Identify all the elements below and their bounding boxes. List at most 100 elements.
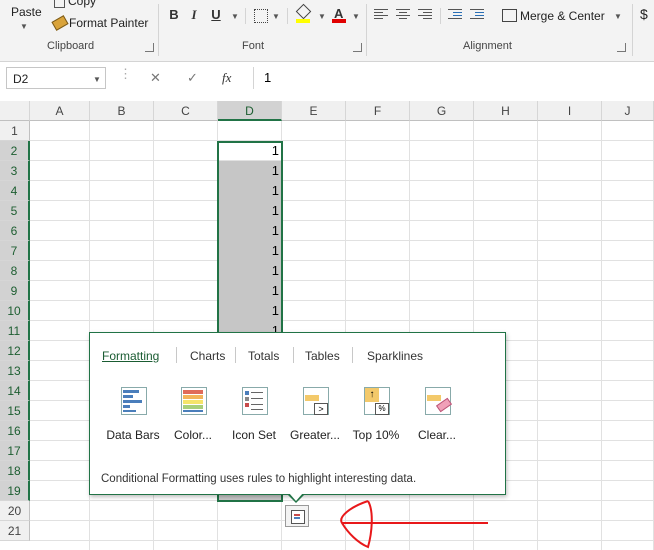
row-header-3[interactable]: 3 bbox=[0, 161, 30, 181]
align-left-icon[interactable] bbox=[374, 9, 388, 21]
ribbon: Paste ▼ Copy Format Painter Clipboard B … bbox=[0, 0, 654, 62]
merge-center-button[interactable]: Merge & Center ▼ bbox=[500, 6, 625, 26]
quick-analysis-button[interactable] bbox=[285, 505, 309, 527]
format-painter-button[interactable]: Format Painter bbox=[50, 15, 150, 33]
increase-indent-icon[interactable] bbox=[470, 9, 484, 21]
chevron-down-icon[interactable]: ▼ bbox=[272, 12, 280, 21]
row-header-6[interactable]: 6 bbox=[0, 221, 30, 241]
column-header-d[interactable]: D bbox=[218, 101, 282, 121]
tab-charts[interactable]: Charts bbox=[190, 349, 225, 363]
row-header-8[interactable]: 8 bbox=[0, 261, 30, 281]
enter-icon[interactable]: ✓ bbox=[187, 70, 198, 86]
column-header-f[interactable]: F bbox=[346, 101, 410, 121]
copy-icon bbox=[54, 0, 65, 8]
data-bars-option[interactable]: Data Bars bbox=[101, 385, 165, 442]
column-header-g[interactable]: G bbox=[410, 101, 474, 121]
row-header-1[interactable]: 1 bbox=[0, 121, 30, 141]
cell-d4[interactable]: 1 bbox=[218, 181, 282, 201]
cell-d6[interactable]: 1 bbox=[218, 221, 282, 241]
currency-button[interactable]: $ bbox=[640, 6, 648, 22]
column-header-e[interactable]: E bbox=[282, 101, 346, 121]
align-center-icon[interactable] bbox=[396, 9, 410, 21]
chevron-down-icon[interactable]: ▼ bbox=[93, 69, 101, 91]
italic-button[interactable]: I bbox=[187, 8, 201, 22]
chevron-down-icon[interactable]: ▼ bbox=[231, 12, 239, 21]
gridline bbox=[30, 300, 654, 301]
row-header-17[interactable]: 17 bbox=[0, 441, 30, 461]
clipboard-launcher-icon[interactable] bbox=[145, 43, 154, 52]
quick-analysis-panel: Formatting Charts Totals Tables Sparklin… bbox=[89, 332, 506, 495]
row-header-11[interactable]: 11 bbox=[0, 321, 30, 341]
cell-d3[interactable]: 1 bbox=[218, 161, 282, 181]
bold-button[interactable]: B bbox=[167, 8, 181, 22]
row-header-13[interactable]: 13 bbox=[0, 361, 30, 381]
cell-d5[interactable]: 1 bbox=[218, 201, 282, 221]
separator bbox=[632, 4, 633, 56]
tab-totals[interactable]: Totals bbox=[248, 349, 279, 363]
gridline bbox=[30, 140, 654, 141]
column-header-j[interactable]: J bbox=[602, 101, 654, 121]
cell-d10[interactable]: 1 bbox=[218, 301, 282, 321]
cell-d2[interactable]: 1 bbox=[218, 141, 282, 161]
paste-label: Paste bbox=[11, 5, 42, 19]
icon-set-option[interactable]: Icon Set bbox=[222, 385, 286, 442]
icon-set-icon bbox=[239, 385, 269, 415]
row-header-15[interactable]: 15 bbox=[0, 401, 30, 421]
greater-than-option[interactable]: > Greater... bbox=[283, 385, 347, 442]
cell-d7[interactable]: 1 bbox=[218, 241, 282, 261]
alignment-launcher-icon[interactable] bbox=[617, 43, 626, 52]
tab-tables[interactable]: Tables bbox=[305, 349, 340, 363]
row-header-5[interactable]: 5 bbox=[0, 201, 30, 221]
top-ten-option[interactable]: ↑ % Top 10% bbox=[344, 385, 408, 442]
separator bbox=[440, 8, 441, 24]
row-header-18[interactable]: 18 bbox=[0, 461, 30, 481]
clear-format-option[interactable]: Clear... bbox=[405, 385, 469, 442]
row-header-14[interactable]: 14 bbox=[0, 381, 30, 401]
tab-sparklines[interactable]: Sparklines bbox=[367, 349, 423, 363]
row-header-7[interactable]: 7 bbox=[0, 241, 30, 261]
tab-formatting[interactable]: Formatting bbox=[102, 349, 159, 363]
color-scale-option[interactable]: Color... bbox=[161, 385, 225, 442]
column-header-b[interactable]: B bbox=[90, 101, 154, 121]
chevron-down-icon[interactable]: ▼ bbox=[352, 12, 360, 21]
gridline bbox=[30, 200, 654, 201]
paste-button[interactable]: Paste ▼ bbox=[6, 0, 44, 36]
row-header-21[interactable]: 21 bbox=[0, 521, 30, 541]
font-launcher-icon[interactable] bbox=[353, 43, 362, 52]
align-right-icon[interactable] bbox=[418, 9, 432, 21]
column-header-h[interactable]: H bbox=[474, 101, 538, 121]
row-header-16[interactable]: 16 bbox=[0, 421, 30, 441]
red-arrow-annotation bbox=[340, 500, 488, 549]
column-header-a[interactable]: A bbox=[30, 101, 90, 121]
row-header-10[interactable]: 10 bbox=[0, 301, 30, 321]
chevron-down-icon[interactable]: ▼ bbox=[318, 12, 326, 21]
clear-format-label: Clear... bbox=[417, 428, 456, 442]
name-box[interactable]: D2 ▼ bbox=[6, 67, 106, 89]
column-header-i[interactable]: I bbox=[538, 101, 602, 121]
top-ten-label: Top 10% bbox=[352, 428, 400, 442]
insert-function-icon[interactable]: fx bbox=[222, 70, 231, 86]
top-ten-icon: ↑ % bbox=[361, 385, 391, 415]
cell-d9[interactable]: 1 bbox=[218, 281, 282, 301]
column-header-c[interactable]: C bbox=[154, 101, 218, 121]
more-dots-icon: ⋮ bbox=[119, 66, 132, 81]
font-color-icon[interactable]: A bbox=[332, 6, 346, 23]
cell-d8[interactable]: 1 bbox=[218, 261, 282, 281]
borders-icon[interactable] bbox=[254, 9, 268, 23]
separator bbox=[366, 4, 367, 56]
row-header-4[interactable]: 4 bbox=[0, 181, 30, 201]
row-header-19[interactable]: 19 bbox=[0, 481, 30, 501]
formula-input[interactable]: 1 bbox=[253, 67, 654, 89]
underline-button[interactable]: U bbox=[209, 8, 223, 22]
row-header-2[interactable]: 2 bbox=[0, 141, 30, 161]
select-all-corner[interactable] bbox=[0, 101, 30, 121]
name-box-value: D2 bbox=[13, 72, 29, 86]
fill-color-icon[interactable] bbox=[295, 3, 312, 23]
cancel-icon[interactable]: ✕ bbox=[150, 70, 161, 86]
font-group-label: Font bbox=[242, 40, 265, 52]
row-header-9[interactable]: 9 bbox=[0, 281, 30, 301]
decrease-indent-icon[interactable] bbox=[448, 9, 462, 21]
row-header-20[interactable]: 20 bbox=[0, 501, 30, 521]
row-header-12[interactable]: 12 bbox=[0, 341, 30, 361]
greater-than-icon: > bbox=[300, 385, 330, 415]
